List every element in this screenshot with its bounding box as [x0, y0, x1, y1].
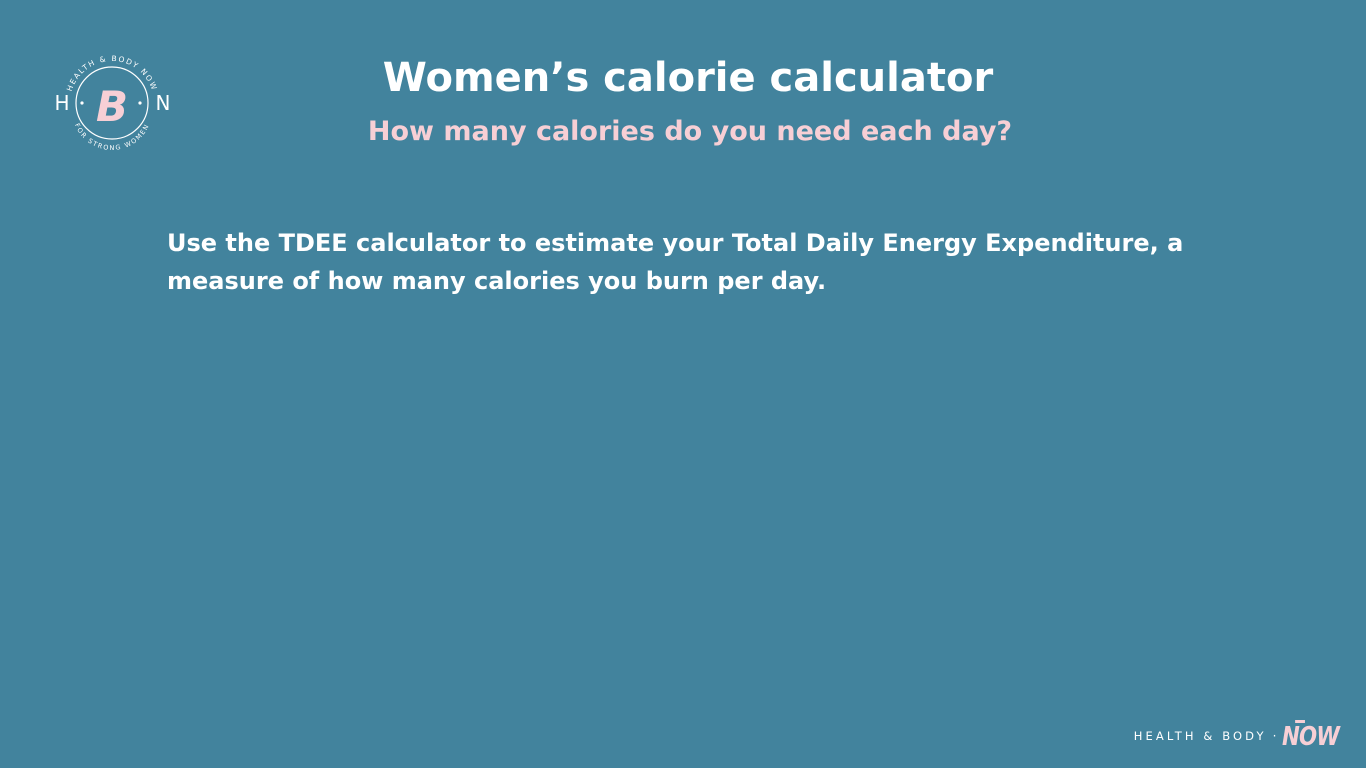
footer-brand: HEALTH & BODY · NOW [1133, 720, 1344, 752]
now-macron-icon [1295, 720, 1306, 723]
intro-paragraph: Use the TDEE calculator to estimate your… [167, 229, 1184, 295]
footer-brand-separator: · [1272, 729, 1277, 743]
footer-brand-text: HEALTH & BODY [1133, 729, 1267, 743]
page-title: Women’s calorie calculator [382, 55, 994, 101]
footer-brand-now-text: NOW [1282, 722, 1340, 752]
footer-brand-now: NOW [1282, 720, 1340, 752]
page-subtitle: How many calories do you need each day? [367, 116, 1013, 147]
